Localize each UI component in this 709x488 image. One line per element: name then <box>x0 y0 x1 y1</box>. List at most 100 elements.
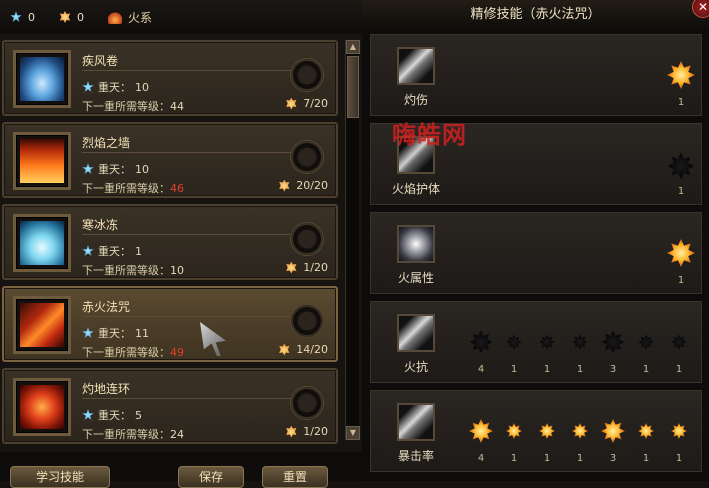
skill-slot-knob[interactable] <box>290 386 324 420</box>
skill-icon-frame[interactable] <box>13 378 71 436</box>
blue-gem-icon <box>82 245 94 256</box>
perk-name: 火焰护体 <box>391 182 440 196</box>
skill-icon-frame[interactable] <box>13 132 71 190</box>
perk-node-count: 1 <box>576 453 584 464</box>
level-label: 重天： <box>98 163 131 176</box>
perk-node-count: 1 <box>543 364 551 375</box>
burn-icon <box>397 47 435 85</box>
blue-gem-icon <box>82 163 94 174</box>
skill-name: 烈焰之墙 <box>82 136 131 150</box>
skill-level: 重天： 1 <box>82 243 142 259</box>
reset-button[interactable]: 重置 <box>262 466 328 488</box>
perk-node[interactable] <box>539 334 555 350</box>
skill-row[interactable]: 烈焰之墙 重天： 10 下一重所需等级：46 20/20 <box>2 122 338 198</box>
level-value: 10 <box>135 162 149 176</box>
perk-row: 灼伤 1 <box>370 34 702 116</box>
perk-node[interactable] <box>539 423 555 439</box>
perk-node[interactable] <box>572 334 588 350</box>
blue-gem-icon <box>82 409 94 420</box>
perk-node-count: 1 <box>642 453 650 464</box>
skill-level: 重天： 11 <box>82 325 149 341</box>
divider <box>82 152 292 153</box>
perk-node[interactable] <box>469 419 493 443</box>
skill-level: 重天： 10 <box>82 161 149 177</box>
skill-icon-frame[interactable] <box>13 214 71 272</box>
scroll-down-button[interactable]: ▼ <box>346 426 360 440</box>
level-label: 重天： <box>98 327 131 340</box>
orange-gem-icon <box>59 11 71 23</box>
skill-row[interactable]: 疾风卷 重天： 10 下一重所需等级：44 7/20 <box>2 40 338 116</box>
next-level-requirement: 下一重所需等级：46 <box>82 180 184 196</box>
requirement-label: 下一重所需等级： <box>82 100 170 113</box>
bottom-bar: 学习技能 保存 重置 <box>0 452 362 488</box>
perk-node[interactable] <box>667 61 695 89</box>
skill-list: 疾风卷 重天： 10 下一重所需等级：44 7/20 烈焰之墙 重天： 10 下一重… <box>0 36 343 450</box>
perk-node[interactable] <box>601 330 625 354</box>
skill-progress: 1/20 <box>285 261 328 274</box>
divider <box>82 70 292 71</box>
skill-level: 重天： 5 <box>82 407 142 423</box>
perk-node[interactable] <box>671 423 687 439</box>
skill-slot-knob[interactable] <box>290 140 324 174</box>
requirement-label: 下一重所需等级： <box>82 182 170 195</box>
orange-gem-icon <box>286 261 297 274</box>
perk-node-count: 3 <box>609 364 617 375</box>
perk-node-count: 1 <box>675 453 683 464</box>
perk-node-count: 1 <box>576 364 584 375</box>
requirement-value: 46 <box>170 182 184 195</box>
perk-node[interactable] <box>638 334 654 350</box>
next-level-requirement: 下一重所需等级：24 <box>82 426 184 442</box>
skill-row[interactable]: 灼地连环 重天： 5 下一重所需等级：24 1/20 <box>2 368 338 444</box>
perk-node[interactable] <box>601 419 625 443</box>
fire-school-icon <box>108 10 122 24</box>
perk-row: 暴击率 4 1 1 1 3 1 1 <box>370 390 702 472</box>
scrollbar[interactable]: ▲ ▼ <box>345 40 360 440</box>
progress-value: 1/20 <box>303 425 328 438</box>
perk-node[interactable] <box>506 334 522 350</box>
perk-name: 火属性 <box>397 271 434 285</box>
requirement-value: 10 <box>170 264 184 277</box>
save-button[interactable]: 保存 <box>178 466 244 488</box>
whirlwind-icon <box>20 57 64 101</box>
skill-progress: 1/20 <box>285 425 328 438</box>
skill-slot-knob[interactable] <box>290 304 324 338</box>
perk-node[interactable] <box>469 330 493 354</box>
perk-node-count: 1 <box>642 364 650 375</box>
skill-name: 疾风卷 <box>82 54 119 68</box>
perk-node[interactable] <box>667 239 695 267</box>
perk-node-count: 1 <box>677 186 685 197</box>
requirement-label: 下一重所需等级： <box>82 428 170 441</box>
skill-slot-knob[interactable] <box>290 58 324 92</box>
learn-skill-button[interactable]: 学习技能 <box>10 466 110 488</box>
blue-gem-icon <box>82 81 94 92</box>
skill-icon-frame[interactable] <box>13 50 71 108</box>
progress-value: 1/20 <box>303 261 328 274</box>
perk-node[interactable] <box>638 423 654 439</box>
firewall-icon <box>20 139 64 183</box>
perk-node-count: 1 <box>510 453 518 464</box>
orange-gem-icon <box>279 343 290 356</box>
progress-value: 7/20 <box>303 97 328 110</box>
perk-node[interactable] <box>572 423 588 439</box>
level-label: 重天： <box>98 81 131 94</box>
scroll-thumb[interactable] <box>347 56 359 118</box>
skill-row[interactable]: 赤火法咒 重天： 11 下一重所需等级：49 14/20 <box>2 286 338 362</box>
level-label: 重天： <box>98 409 131 422</box>
crit-rate-icon <box>397 403 435 441</box>
perk-node-count: 1 <box>677 97 685 108</box>
orange-gem-count: 0 <box>77 10 84 24</box>
school-label: 火系 <box>128 10 153 25</box>
perk-node[interactable] <box>671 334 687 350</box>
perk-node[interactable] <box>667 152 695 180</box>
skill-row[interactable]: 寒冰冻 重天： 1 下一重所需等级：10 1/20 <box>2 204 338 280</box>
refine-panel: 精修技能（赤火法咒） ✕ 灼伤 1 火焰护体 1 火属性 1 火抗 4 1 1 … <box>362 0 709 481</box>
skill-slot-knob[interactable] <box>290 222 324 256</box>
skill-name: 寒冰冻 <box>82 218 119 232</box>
perk-node-count: 1 <box>677 275 685 286</box>
skill-progress: 14/20 <box>278 343 328 356</box>
perk-name: 灼伤 <box>403 93 428 107</box>
perk-node[interactable] <box>506 423 522 439</box>
scroll-up-button[interactable]: ▲ <box>346 40 360 54</box>
skill-icon-frame[interactable] <box>13 296 71 354</box>
perk-node-count: 4 <box>477 453 485 464</box>
